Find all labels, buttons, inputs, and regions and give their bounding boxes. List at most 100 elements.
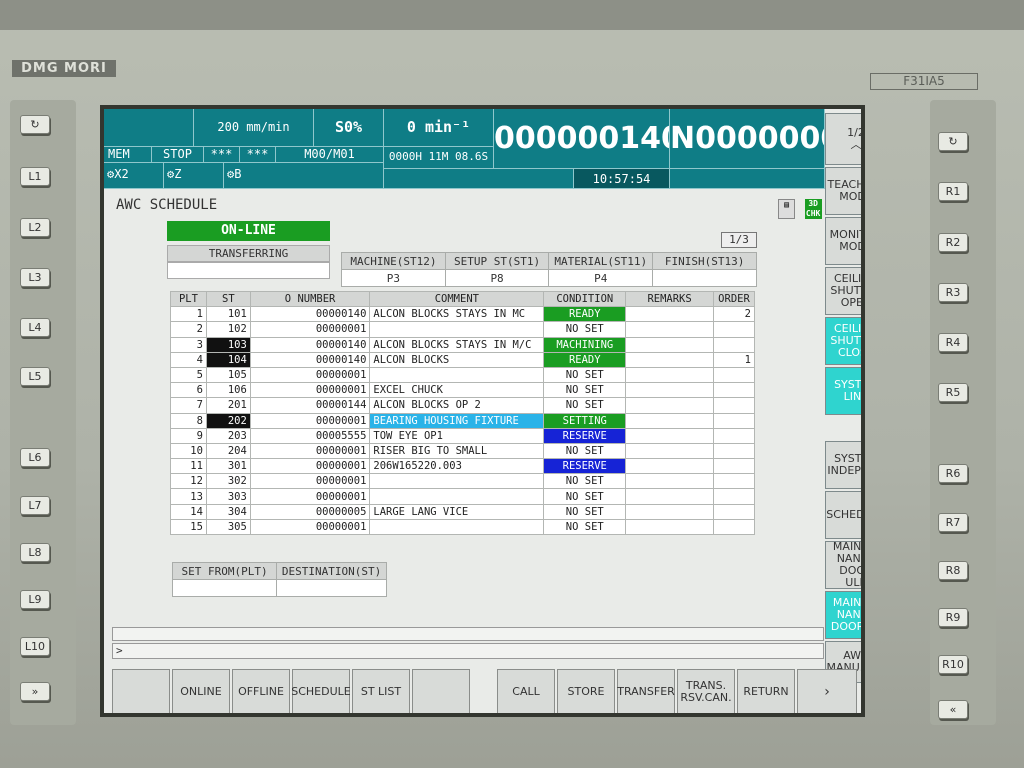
condition-cell: NO SET (543, 473, 627, 490)
order-cell (712, 458, 756, 475)
schedule-button[interactable]: SCHEDULE (825, 491, 861, 539)
right-key-r8[interactable]: R8 (938, 561, 968, 580)
condition-cell: NO SET (543, 382, 627, 399)
order-cell (712, 427, 756, 444)
right-key-r5[interactable]: R5 (938, 383, 968, 402)
right-rotate-key[interactable]: ↻ (938, 132, 968, 151)
header-o-number: O NUMBER (249, 290, 371, 308)
set-from-table: SET FROM(PLT) DESTINATION(ST) (171, 562, 387, 597)
destination-value[interactable] (276, 579, 387, 597)
comment-cell: EXCEL CHUCK (369, 382, 545, 399)
store-softkey[interactable]: STORE (557, 669, 615, 713)
table-row[interactable]: 6 106 00000001 EXCEL CHUCK NO SET (170, 382, 756, 399)
table-row[interactable]: 9 203 00005555 TOW EYE OP1 RESERVE (170, 427, 756, 444)
table-row[interactable]: 3 103 00000140 ALCON BLOCKS STAYS IN M/C MAC… (170, 336, 756, 353)
left-key-l8[interactable]: L8 (20, 543, 50, 562)
order-cell (712, 321, 756, 338)
ceiling-shutter-close-button[interactable]: CEILING SHUTTER CLOSE (825, 317, 861, 365)
left-key-l9[interactable]: L9 (20, 590, 50, 609)
table-row[interactable]: 14 304 00000005 LARGE LANG VICE NO SET (170, 503, 756, 520)
command-input[interactable]: > (112, 643, 824, 659)
left-next-key[interactable]: » (20, 682, 50, 701)
st-cell: 203 (205, 427, 251, 444)
right-key-r4[interactable]: R4 (938, 333, 968, 352)
system-independ-button[interactable]: SYSTEM INDEPEND (825, 441, 861, 489)
plt-cell: 8 (170, 412, 207, 429)
left-key-l5[interactable]: L5 (20, 367, 50, 386)
schedule-softkey[interactable]: SCHEDULE (291, 669, 351, 713)
maintenance-door-unlock-button[interactable]: MAINTE-NANCE DOOR ULK (825, 541, 861, 589)
set-from-value[interactable] (171, 579, 278, 597)
return-softkey[interactable]: RETURN (737, 669, 795, 713)
softkey-bar: ONLINE OFFLINE SCHEDULE ST LIST CALL STO… (112, 669, 861, 713)
table-row[interactable]: 2 102 00000001 NO SET (170, 321, 756, 338)
table-row[interactable]: 10 204 00000001 RISER BIG TO SMALL NO SET (170, 442, 756, 460)
table-row[interactable]: 13 303 00000001 NO SET (170, 488, 756, 505)
right-key-r10[interactable]: R10 (938, 655, 968, 674)
left-key-l2[interactable]: L2 (20, 218, 50, 237)
offline-softkey[interactable]: OFFLINE (232, 669, 290, 713)
mcode-indicator: M00/M01 (276, 147, 384, 163)
left-key-l6[interactable]: L6 (20, 448, 50, 467)
st-list-softkey[interactable]: ST LIST (352, 669, 410, 713)
online-softkey[interactable]: ONLINE (172, 669, 230, 713)
online-status: ON-LINE (167, 221, 330, 241)
maintenance-door-lock-button[interactable]: MAINTE-NANCE DOOR LK (825, 591, 861, 639)
left-rotate-key[interactable]: ↻ (20, 115, 50, 134)
st-cell: 202 (205, 412, 251, 429)
transfer-reserve-cancel-softkey[interactable]: TRANS. RSV.CAN. (677, 669, 735, 713)
memory-icon: ▤ (778, 199, 795, 219)
condition-cell: NO SET (543, 518, 627, 536)
softkey-blank-1[interactable] (112, 669, 170, 713)
menu-page-up-button[interactable]: 1/2 ︿ (825, 113, 861, 165)
feed-rate: 200 mm/min (194, 109, 314, 147)
axis-z: ⚙Z (164, 163, 224, 189)
brand-logo: DMG MORI (12, 60, 116, 77)
left-key-l7[interactable]: L7 (20, 496, 50, 515)
set-from-header: SET FROM(PLT) (171, 562, 278, 580)
o-number-cell: 00000001 (249, 518, 371, 536)
next-page-softkey[interactable]: › (797, 669, 857, 713)
page-indicator: 1/3 (721, 232, 757, 248)
right-key-r7[interactable]: R7 (938, 513, 968, 532)
remarks-cell (625, 412, 714, 429)
table-row[interactable]: 1 101 00000140 ALCON BLOCKS STAYS IN MC READ… (170, 306, 756, 323)
right-key-r9[interactable]: R9 (938, 608, 968, 627)
transfer-softkey[interactable]: TRANSFER (617, 669, 675, 713)
right-key-r3[interactable]: R3 (938, 283, 968, 302)
softkey-blank-2[interactable] (412, 669, 470, 713)
left-key-l10[interactable]: L10 (20, 637, 50, 656)
right-prev-key[interactable]: « (938, 700, 968, 719)
table-row[interactable]: 11 301 00000001 206W165220.003 RESERVE (170, 458, 756, 475)
spindle-override: S0% (314, 109, 384, 147)
table-row[interactable]: 7 201 00000144 ALCON BLOCKS OP 2 NO SET (170, 397, 756, 414)
table-row[interactable]: 12 302 00000001 NO SET (170, 473, 756, 490)
3d-check-icon: 3D CHK (804, 199, 822, 219)
axis-b: ⚙B (224, 163, 384, 189)
table-row[interactable]: 5 105 00000001 NO SET (170, 366, 756, 384)
left-key-l3[interactable]: L3 (20, 268, 50, 287)
order-cell (712, 473, 756, 490)
table-row[interactable]: 15 305 00000001 NO SET (170, 518, 756, 536)
right-key-r1[interactable]: R1 (938, 182, 968, 201)
left-key-l4[interactable]: L4 (20, 318, 50, 337)
o-number-cell: 00000001 (249, 321, 371, 338)
system-link-button[interactable]: SYSTEM LINK (825, 367, 861, 415)
table-row[interactable]: 8 202 00000001 BEARING HOUSING FIXTURE SETTI… (170, 412, 756, 429)
comment-cell: RISER BIG TO SMALL (369, 442, 545, 460)
teaching-mode-button[interactable]: TEACHING MODE (825, 167, 861, 215)
order-cell (712, 488, 756, 505)
order-cell (712, 382, 756, 399)
remarks-cell (625, 336, 714, 353)
table-row[interactable]: 4 104 00000140 ALCON BLOCKS READY 1 (170, 351, 756, 368)
comment-cell (369, 321, 545, 338)
st-cell: 106 (205, 382, 251, 399)
call-softkey[interactable]: CALL (497, 669, 555, 713)
sequence-number: N00000008 (670, 109, 825, 169)
right-key-r6[interactable]: R6 (938, 464, 968, 483)
right-key-r2[interactable]: R2 (938, 233, 968, 252)
monitor-mode-button[interactable]: MONITOR MODE (825, 217, 861, 265)
left-key-l1[interactable]: L1 (20, 167, 50, 186)
remarks-cell (625, 503, 714, 520)
ceiling-shutter-open-button[interactable]: CEILING SHUTTER OPEN (825, 267, 861, 315)
